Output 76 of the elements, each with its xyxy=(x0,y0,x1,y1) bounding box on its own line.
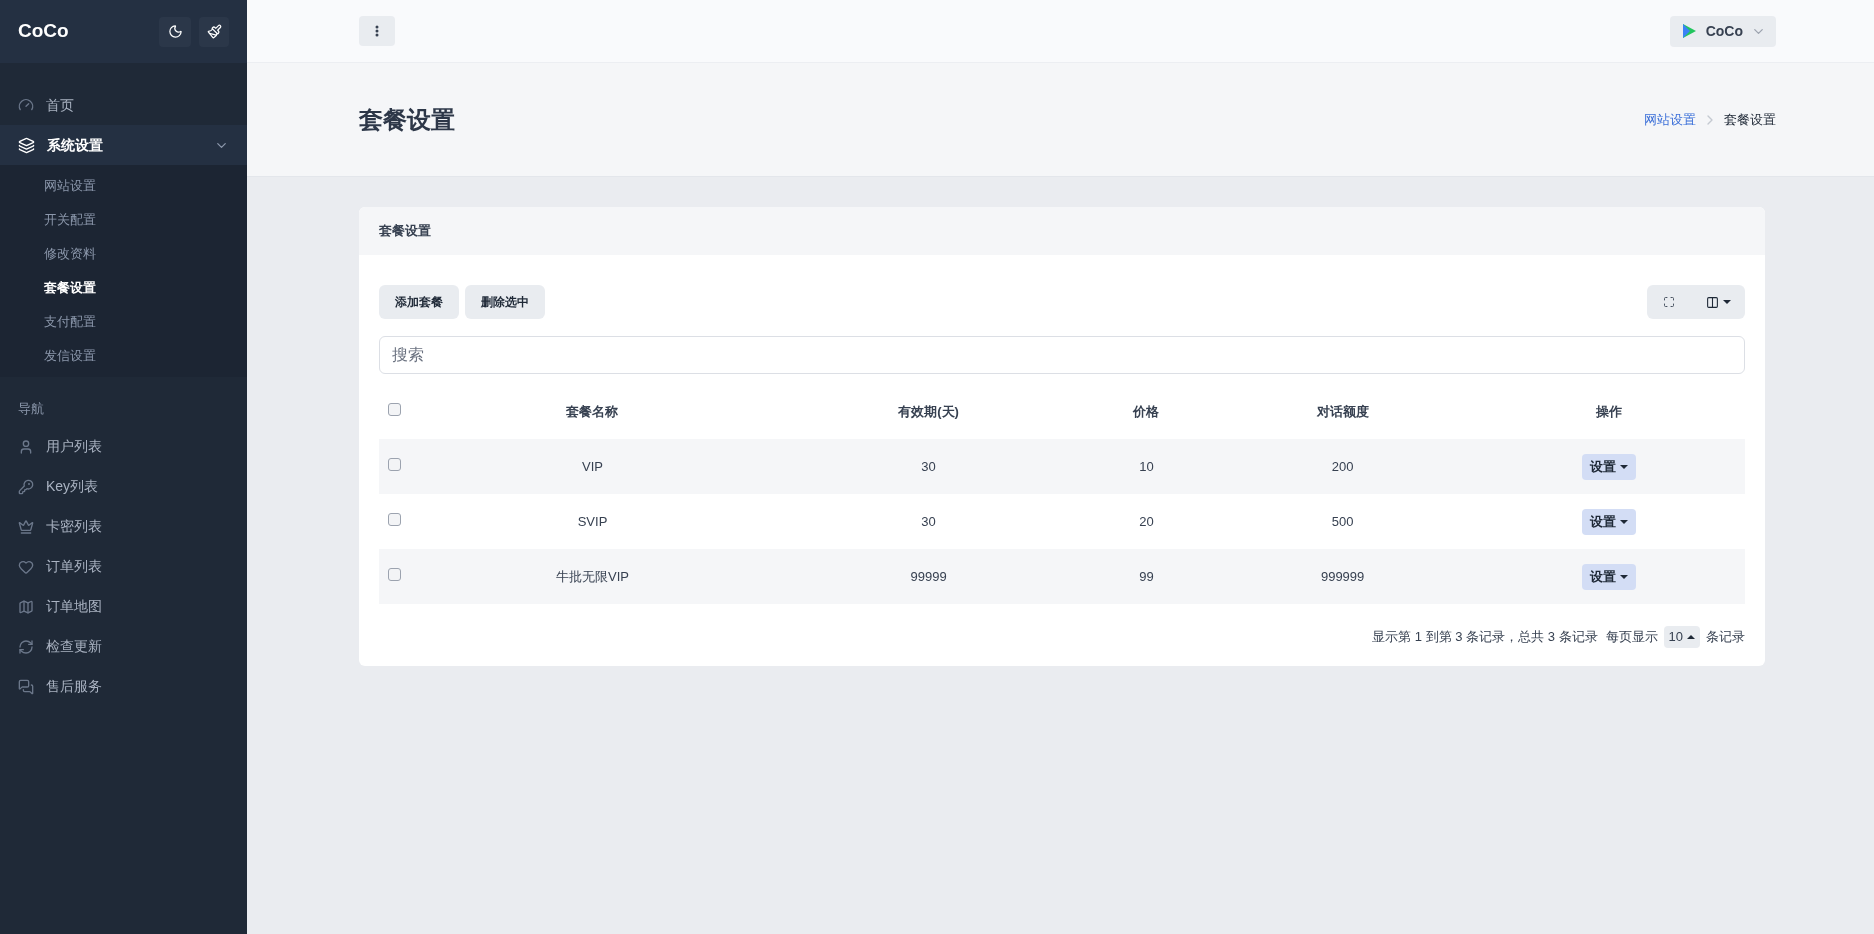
table-cell: 99 xyxy=(1081,549,1212,604)
crown-icon xyxy=(18,518,34,535)
table-cell: 500 xyxy=(1211,494,1474,549)
table-cell: 20 xyxy=(1081,494,1212,549)
menu-button[interactable] xyxy=(359,16,395,46)
brush-icon xyxy=(206,24,222,39)
nav-item[interactable]: 检查更新 xyxy=(0,626,247,667)
nav-subitem[interactable]: 支付配置 xyxy=(0,305,247,339)
per-page-select[interactable]: 10 xyxy=(1663,626,1700,648)
table-cell: 999999 xyxy=(1211,549,1474,604)
caret-icon xyxy=(1722,300,1731,304)
nav-subitem[interactable]: 修改资料 xyxy=(0,237,247,271)
settings-dropdown-button[interactable]: 设置 xyxy=(1582,508,1637,535)
checkbox[interactable] xyxy=(387,567,401,581)
per-page-label: 每页显示 xyxy=(1605,628,1658,647)
key-icon xyxy=(18,478,34,495)
breadcrumb-link[interactable]: 网站设置 xyxy=(1644,109,1696,130)
nav-item[interactable]: Key列表 xyxy=(0,466,247,507)
nav-label: 系统设置 xyxy=(47,135,104,155)
more-icon xyxy=(375,25,379,37)
column-header: 套餐名称 xyxy=(409,384,776,439)
nav-subitem[interactable]: 网站设置 xyxy=(0,169,247,203)
user-menu-button[interactable]: CoCo xyxy=(1669,15,1776,47)
nav-item[interactable]: 订单地图 xyxy=(0,586,247,627)
nav-subitem[interactable]: 套餐设置 xyxy=(0,271,247,305)
nav-item[interactable]: 首页 xyxy=(0,85,247,125)
nav-item[interactable]: 用户列表 xyxy=(0,426,247,467)
brand-name: CoCo xyxy=(18,19,69,44)
per-page-suffix: 条记录 xyxy=(1706,628,1745,647)
toolbar-button[interactable]: 添加套餐 xyxy=(379,285,459,319)
table-cell: 30 xyxy=(776,439,1082,494)
caret-icon xyxy=(1687,635,1695,639)
heart-icon xyxy=(18,558,34,575)
card-title: 套餐设置 xyxy=(379,222,431,241)
checkbox[interactable] xyxy=(387,402,401,416)
search-field[interactable]: 搜索 xyxy=(379,336,1745,374)
nav-heading: 导航 xyxy=(17,400,45,418)
table-cell: VIP xyxy=(409,439,776,494)
toolbar-button[interactable]: 删除选中 xyxy=(465,285,545,319)
layers-icon xyxy=(18,136,35,154)
caret-icon xyxy=(1620,519,1629,524)
nav-item[interactable]: 订单列表 xyxy=(0,546,247,587)
nav-group[interactable]: 系统设置 xyxy=(0,125,247,165)
dark-mode-button[interactable] xyxy=(159,16,191,47)
caret-icon xyxy=(1620,464,1629,469)
table-cell: 10 xyxy=(1081,439,1212,494)
column-header: 对话额度 xyxy=(1211,384,1474,439)
settings-dropdown-button[interactable]: 设置 xyxy=(1582,563,1637,590)
moon-icon xyxy=(167,24,183,39)
columns-icon xyxy=(1705,295,1719,309)
fullscreen-icon xyxy=(1663,296,1675,308)
settings-dropdown-button[interactable]: 设置 xyxy=(1582,453,1637,480)
map-icon xyxy=(18,598,34,615)
checkbox[interactable] xyxy=(387,512,401,526)
table-cell: 200 xyxy=(1211,439,1474,494)
table-cell: SVIP xyxy=(409,494,776,549)
table-cell: 30 xyxy=(776,494,1082,549)
theme-button[interactable] xyxy=(199,16,229,47)
table-cell: 99999 xyxy=(776,549,1082,604)
gauge-icon xyxy=(18,97,34,113)
pagination-summary: 显示第 1 到第 3 条记录，总共 3 条记录 xyxy=(1372,628,1598,647)
column-header: 价格 xyxy=(1081,384,1212,439)
page-title: 套餐设置 xyxy=(359,104,455,135)
table-cell: 牛批无限VIP xyxy=(409,549,776,604)
user-icon xyxy=(18,438,34,455)
nav-subitem[interactable]: 发信设置 xyxy=(0,339,247,373)
nav-item[interactable]: 卡密列表 xyxy=(0,506,247,547)
refresh-icon xyxy=(18,638,34,655)
caret-icon xyxy=(1620,574,1629,579)
breadcrumb-current: 套餐设置 xyxy=(1724,110,1776,129)
column-header: 有效期(天) xyxy=(776,384,1082,439)
checkbox[interactable] xyxy=(387,457,401,471)
chat-icon xyxy=(18,678,34,695)
nav-subitem[interactable]: 开关配置 xyxy=(0,203,247,237)
column-header: 操作 xyxy=(1473,384,1745,439)
nav-item[interactable]: 售后服务 xyxy=(0,666,247,707)
